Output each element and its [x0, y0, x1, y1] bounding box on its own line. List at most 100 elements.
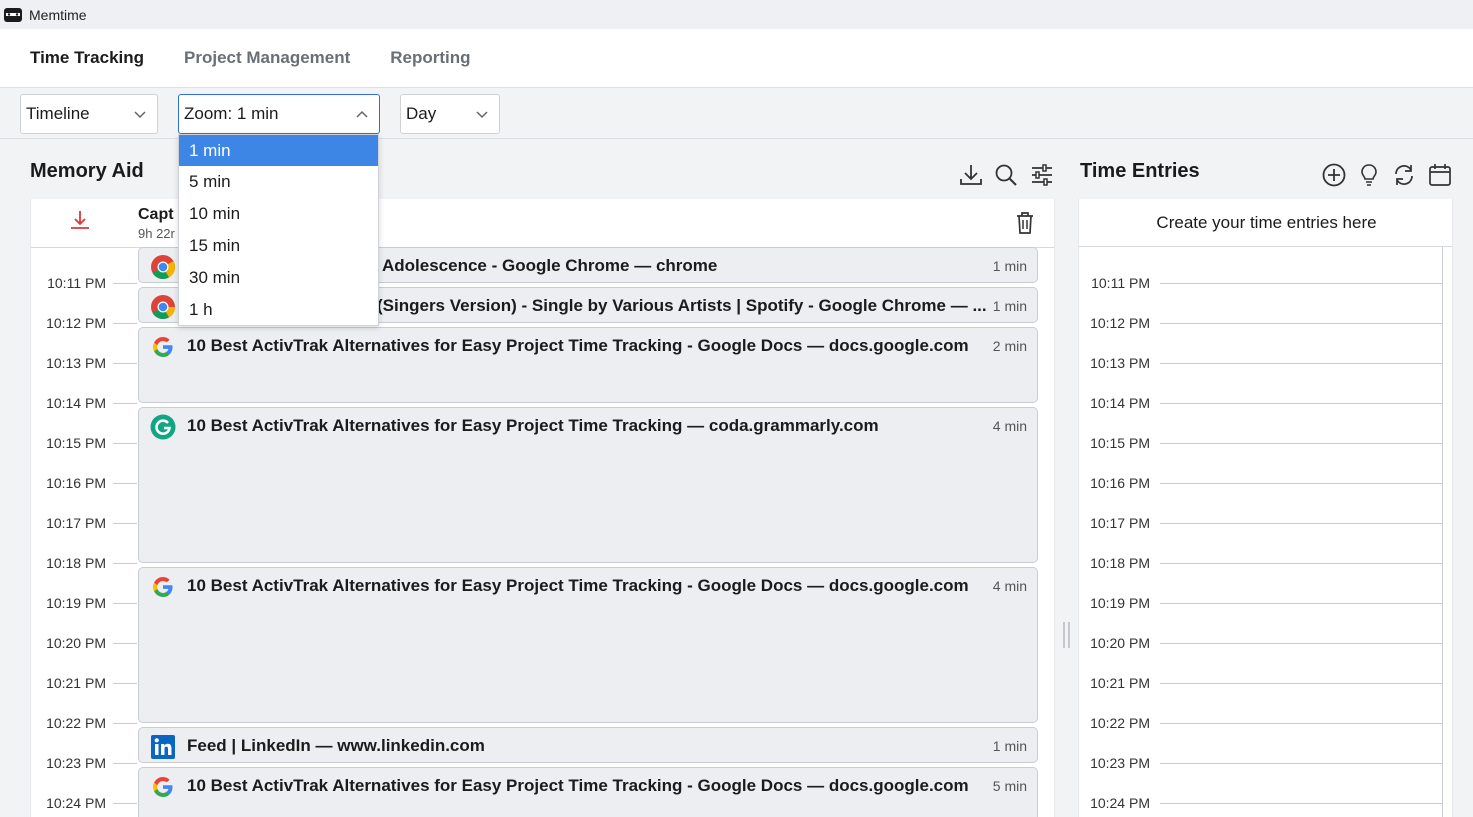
entry-title: (Singers Version) - Single by Various Ar…	[377, 296, 987, 315]
entry-title: 10 Best ActivTrak Alternatives for Easy …	[187, 576, 969, 595]
time-tick	[113, 643, 137, 644]
zoom-option-1-min[interactable]: 1 min	[179, 135, 378, 166]
title-bar: Memtime	[0, 0, 1473, 29]
time-tick	[113, 443, 137, 444]
grid-line	[1160, 483, 1442, 484]
download-captured-icon[interactable]	[69, 209, 91, 231]
grid-line	[1160, 403, 1442, 404]
entry-title: 10 Best ActivTrak Alternatives for Easy …	[187, 416, 879, 435]
entry-duration: 1 min	[992, 738, 1027, 754]
time-label: 10:11 PM	[47, 275, 106, 291]
entry-title: 10 Best ActivTrak Alternatives for Easy …	[187, 776, 969, 795]
zoom-option-15-min[interactable]: 15 min	[179, 230, 378, 262]
time-label: 10:18 PM	[46, 555, 106, 571]
time-label: 10:17 PM	[46, 515, 106, 531]
time-label: 10:12 PM	[1090, 315, 1150, 331]
chevron-down-icon	[476, 111, 488, 119]
time-label: 10:22 PM	[1090, 715, 1150, 731]
tab-project-management[interactable]: Project Management	[184, 48, 350, 68]
time-label: 10:12 PM	[46, 315, 106, 331]
time-tick	[113, 683, 137, 684]
activity-entry[interactable]: 10 Best ActivTrak Alternatives for Easy …	[138, 567, 1038, 723]
filter-settings-icon[interactable]	[1029, 162, 1055, 188]
time-label: 10:13 PM	[46, 355, 106, 371]
captured-duration: 9h 22r	[138, 226, 175, 241]
grid-line	[1160, 803, 1442, 804]
zoom-select[interactable]: Zoom: 1 min	[178, 94, 380, 134]
time-label: 10:17 PM	[1090, 515, 1150, 531]
activity-entry[interactable]: 10 Best ActivTrak Alternatives for Easy …	[138, 327, 1038, 403]
zoom-option-10-min[interactable]: 10 min	[179, 198, 378, 230]
entry-title: Feed | LinkedIn — www.linkedin.com	[187, 736, 485, 755]
sync-icon[interactable]	[1391, 162, 1417, 188]
zoom-option-1-h[interactable]: 1 h	[179, 294, 378, 326]
memtime-logo-icon	[2, 5, 24, 25]
chevron-down-icon	[134, 111, 146, 119]
grid-line	[1160, 643, 1442, 644]
grid-line	[1160, 603, 1442, 604]
time-label: 10:15 PM	[46, 435, 106, 451]
time-label: 10:15 PM	[1090, 435, 1150, 451]
chevron-up-icon	[356, 110, 368, 118]
grid-line	[1160, 763, 1442, 764]
time-label: 10:20 PM	[46, 635, 106, 651]
period-select[interactable]: Day	[400, 94, 500, 134]
time-label: 10:23 PM	[1090, 755, 1150, 771]
google-icon	[153, 577, 173, 597]
grid-line	[1160, 363, 1442, 364]
time-label: 10:11 PM	[1091, 275, 1150, 291]
view-select-value: Timeline	[26, 104, 90, 123]
entry-title: Adolescence - Google Chrome — chrome	[382, 256, 718, 275]
linkedin-icon	[151, 735, 175, 759]
time-tick	[113, 803, 137, 804]
grid-line	[1160, 523, 1442, 524]
google-icon	[153, 777, 173, 797]
grid-line	[1160, 323, 1442, 324]
lightbulb-icon[interactable]	[1356, 162, 1382, 188]
grid-border	[1442, 247, 1443, 817]
time-label: 10:16 PM	[46, 475, 106, 491]
activity-entry[interactable]: 10 Best ActivTrak Alternatives for Easy …	[138, 767, 1038, 817]
create-time-entries-prompt[interactable]: Create your time entries here	[1079, 199, 1452, 247]
time-label: 10:14 PM	[1090, 395, 1150, 411]
time-tick	[113, 723, 137, 724]
download-icon[interactable]	[958, 162, 984, 188]
time-entries-panel: Create your time entries here 10:11 PM 1…	[1078, 199, 1453, 817]
entry-duration: 5 min	[992, 778, 1027, 794]
grid-line	[1160, 563, 1442, 564]
time-label: 10:21 PM	[46, 675, 106, 691]
time-label: 10:21 PM	[1090, 675, 1150, 691]
search-icon[interactable]	[993, 162, 1019, 188]
panel-resize-handle[interactable]	[1063, 622, 1071, 648]
activity-entry[interactable]: Feed | LinkedIn — www.linkedin.com 1 min	[138, 727, 1038, 763]
time-tick	[113, 403, 137, 404]
entry-duration: 2 min	[992, 338, 1027, 354]
time-label: 10:19 PM	[1090, 595, 1150, 611]
grammarly-icon	[150, 414, 176, 440]
grid-line	[1160, 683, 1442, 684]
zoom-option-30-min[interactable]: 30 min	[179, 262, 378, 294]
time-label: 10:24 PM	[46, 795, 106, 811]
zoom-option-5-min[interactable]: 5 min	[179, 166, 378, 198]
memory-aid-title: Memory Aid	[30, 160, 144, 182]
google-icon	[153, 337, 173, 357]
view-select[interactable]: Timeline	[20, 94, 158, 134]
time-label: 10:24 PM	[1090, 795, 1150, 811]
time-label: 10:18 PM	[1090, 555, 1150, 571]
entry-duration: 4 min	[992, 578, 1027, 594]
activity-entry[interactable]: 10 Best ActivTrak Alternatives for Easy …	[138, 407, 1038, 563]
calendar-icon[interactable]	[1427, 162, 1453, 188]
time-label: 10:20 PM	[1090, 635, 1150, 651]
time-entries-title: Time Entries	[1080, 160, 1200, 182]
add-circle-icon[interactable]	[1321, 162, 1347, 188]
zoom-select-value: Zoom: 1 min	[184, 104, 279, 123]
trash-icon[interactable]	[1014, 211, 1036, 235]
grid-line	[1160, 723, 1442, 724]
time-entries-grid[interactable]: 10:11 PM 10:12 PM 10:13 PM 10:14 PM 10:1…	[1079, 247, 1452, 817]
entry-duration: 1 min	[992, 258, 1027, 274]
time-tick	[113, 283, 137, 284]
tab-reporting[interactable]: Reporting	[390, 48, 470, 68]
tab-time-tracking[interactable]: Time Tracking	[30, 48, 144, 68]
time-label: 10:13 PM	[1090, 355, 1150, 371]
time-label: 10:23 PM	[46, 755, 106, 771]
